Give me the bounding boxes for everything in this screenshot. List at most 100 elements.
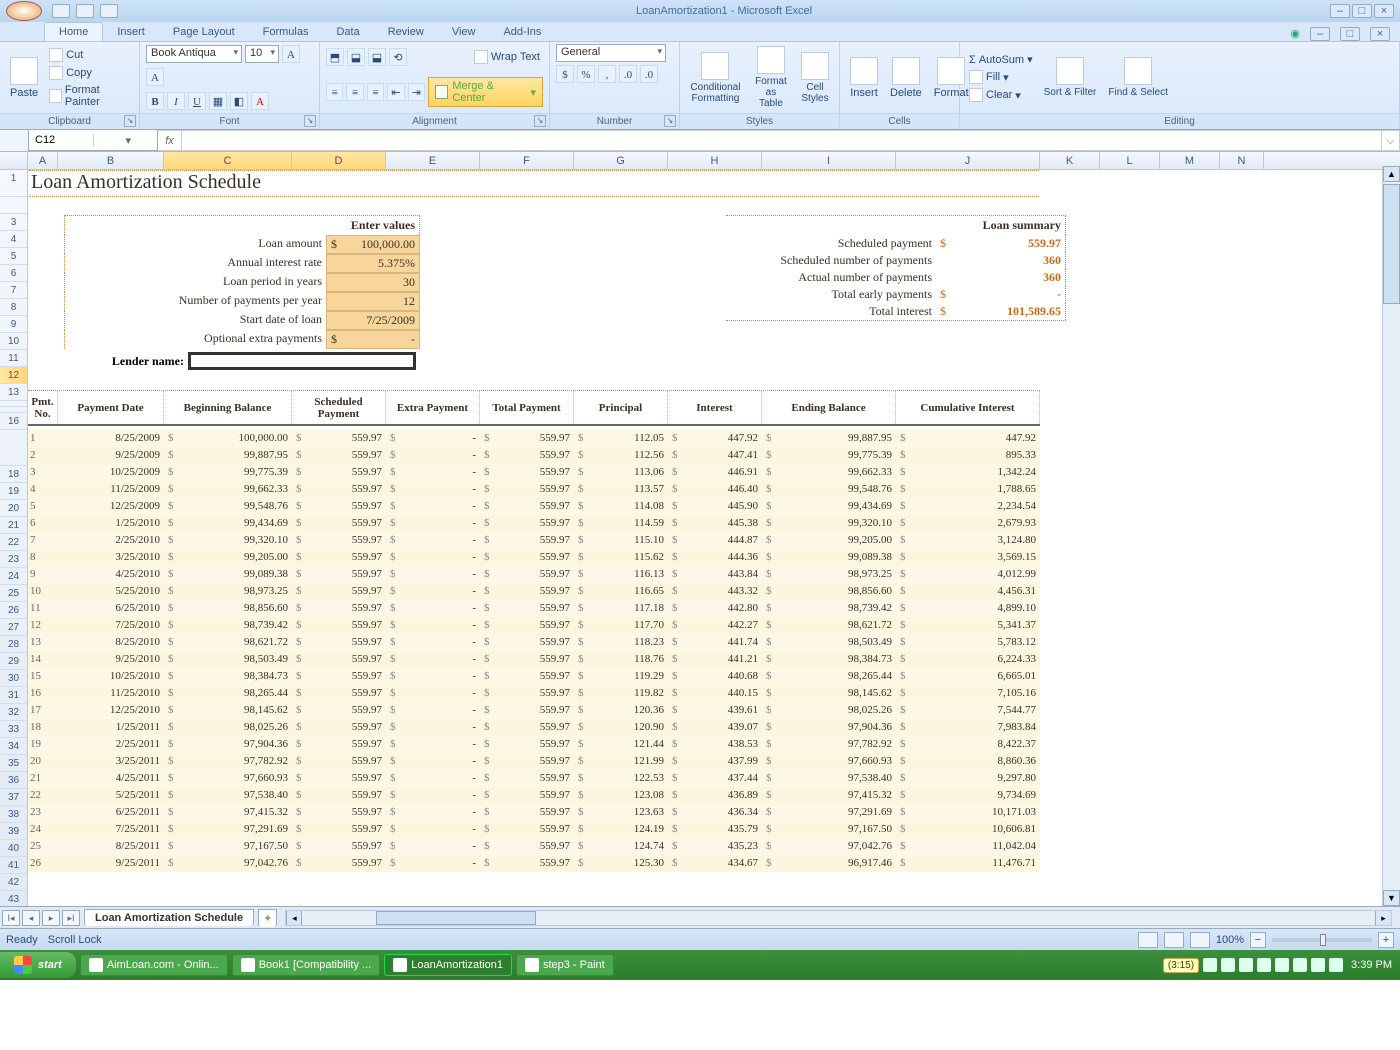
- increase-indent-button[interactable]: ⇥: [408, 83, 425, 101]
- table-cell[interactable]: $559.97: [292, 736, 386, 753]
- row-header[interactable]: 5: [0, 248, 27, 265]
- row-header[interactable]: 35: [0, 755, 27, 772]
- column-header[interactable]: I: [762, 152, 896, 169]
- row-header[interactable]: 16: [0, 413, 27, 430]
- table-cell[interactable]: $124.74: [574, 838, 668, 855]
- table-cell[interactable]: $-: [386, 685, 480, 702]
- table-cell[interactable]: $559.97: [292, 549, 386, 566]
- table-cell[interactable]: 8/25/2010: [58, 634, 164, 651]
- new-sheet-button[interactable]: ✦: [258, 909, 277, 927]
- sort-filter-button[interactable]: Sort & Filter: [1040, 55, 1101, 100]
- font-size-combo[interactable]: 10: [245, 45, 279, 63]
- table-cell[interactable]: $119.29: [574, 668, 668, 685]
- percent-button[interactable]: %: [577, 65, 595, 83]
- table-cell[interactable]: 7/25/2011: [58, 821, 164, 838]
- table-cell[interactable]: $123.63: [574, 804, 668, 821]
- normal-view-button[interactable]: [1138, 932, 1158, 948]
- table-cell[interactable]: $4,012.99: [896, 566, 1040, 583]
- vertical-scrollbar[interactable]: ▲ ▼: [1382, 166, 1400, 906]
- row-header[interactable]: 10: [0, 333, 27, 350]
- table-cell[interactable]: $118.23: [574, 634, 668, 651]
- column-header[interactable]: A: [28, 152, 58, 169]
- table-cell[interactable]: 21: [28, 770, 58, 787]
- scroll-up-arrow[interactable]: ▲: [1383, 166, 1400, 182]
- table-cell[interactable]: $559.97: [480, 855, 574, 872]
- table-cell[interactable]: 1/25/2010: [58, 515, 164, 532]
- row-header[interactable]: 30: [0, 670, 27, 687]
- table-cell[interactable]: $436.34: [668, 804, 762, 821]
- row-header[interactable]: 36: [0, 772, 27, 789]
- table-cell[interactable]: 8/25/2009: [58, 430, 164, 447]
- table-cell[interactable]: $98,973.25: [164, 583, 292, 600]
- table-cell[interactable]: $559.97: [480, 753, 574, 770]
- table-cell[interactable]: $99,089.38: [164, 566, 292, 583]
- expand-formula-bar[interactable]: ⌵: [1382, 130, 1400, 151]
- row-header[interactable]: 19: [0, 483, 27, 500]
- table-cell[interactable]: 2/25/2010: [58, 532, 164, 549]
- table-cell[interactable]: $-: [386, 447, 480, 464]
- table-cell[interactable]: 17: [28, 702, 58, 719]
- table-cell[interactable]: $117.18: [574, 600, 668, 617]
- cell-styles-button[interactable]: Cell Styles: [797, 50, 833, 106]
- last-sheet-button[interactable]: ▸I: [62, 910, 80, 926]
- table-cell[interactable]: $99,662.33: [762, 464, 896, 481]
- table-cell[interactable]: $114.08: [574, 498, 668, 515]
- table-cell[interactable]: 22: [28, 787, 58, 804]
- table-cell[interactable]: $559.97: [292, 634, 386, 651]
- qat-save-icon[interactable]: [52, 4, 70, 18]
- table-column-header[interactable]: Pmt. No.: [28, 391, 58, 424]
- table-cell[interactable]: $559.97: [292, 430, 386, 447]
- taskbar-button[interactable]: Book1 [Compatibility ...: [232, 954, 381, 976]
- table-cell[interactable]: $3,569.15: [896, 549, 1040, 566]
- table-cell[interactable]: 9: [28, 566, 58, 583]
- table-cell[interactable]: $2,234.54: [896, 498, 1040, 515]
- formula-input[interactable]: [182, 130, 1382, 151]
- zoom-slider[interactable]: [1272, 938, 1372, 942]
- table-cell[interactable]: $98,973.25: [762, 566, 896, 583]
- table-cell[interactable]: 8/25/2011: [58, 838, 164, 855]
- table-cell[interactable]: $559.97: [292, 838, 386, 855]
- table-cell[interactable]: $441.74: [668, 634, 762, 651]
- row-header[interactable]: 22: [0, 534, 27, 551]
- table-cell[interactable]: $438.53: [668, 736, 762, 753]
- hscroll-thumb[interactable]: [376, 911, 536, 925]
- row-header[interactable]: 38: [0, 806, 27, 823]
- table-cell[interactable]: 4: [28, 481, 58, 498]
- table-cell[interactable]: $559.97: [480, 617, 574, 634]
- table-cell[interactable]: $-: [386, 821, 480, 838]
- table-cell[interactable]: $98,265.44: [762, 668, 896, 685]
- taskbar-button[interactable]: AimLoan.com - Onlin...: [80, 954, 228, 976]
- row-header[interactable]: 12: [0, 367, 27, 384]
- table-cell[interactable]: $96,917.46: [762, 855, 896, 872]
- table-cell[interactable]: $121.44: [574, 736, 668, 753]
- table-cell[interactable]: $98,145.62: [762, 685, 896, 702]
- table-cell[interactable]: 3/25/2011: [58, 753, 164, 770]
- table-column-header[interactable]: Interest: [668, 391, 762, 424]
- table-column-header[interactable]: Cumulative Interest: [896, 391, 1040, 424]
- column-header[interactable]: M: [1160, 152, 1220, 169]
- row-header[interactable]: 24: [0, 568, 27, 585]
- table-cell[interactable]: $5,783.12: [896, 634, 1040, 651]
- table-cell[interactable]: $98,384.73: [164, 668, 292, 685]
- ribbon-tab-formulas[interactable]: Formulas: [249, 23, 323, 41]
- border-button[interactable]: ▦: [209, 92, 227, 110]
- align-top-button[interactable]: ⬒: [326, 48, 344, 66]
- page-break-view-button[interactable]: [1190, 932, 1210, 948]
- restore-button[interactable]: □: [1352, 4, 1372, 18]
- table-cell[interactable]: $11,042.04: [896, 838, 1040, 855]
- table-cell[interactable]: $442.27: [668, 617, 762, 634]
- ribbon-tab-review[interactable]: Review: [374, 23, 438, 41]
- input-value[interactable]: $100,000.00: [326, 235, 420, 254]
- table-cell[interactable]: $99,775.39: [164, 464, 292, 481]
- column-header[interactable]: B: [58, 152, 164, 169]
- minimize-button[interactable]: –: [1330, 4, 1350, 18]
- row-header[interactable]: 21: [0, 517, 27, 534]
- table-cell[interactable]: $559.97: [480, 464, 574, 481]
- table-cell[interactable]: $-: [386, 634, 480, 651]
- table-cell[interactable]: $-: [386, 532, 480, 549]
- align-bottom-button[interactable]: ⬓: [368, 48, 386, 66]
- table-cell[interactable]: $437.44: [668, 770, 762, 787]
- table-cell[interactable]: 5: [28, 498, 58, 515]
- table-cell[interactable]: 9/25/2010: [58, 651, 164, 668]
- table-cell[interactable]: $98,739.42: [762, 600, 896, 617]
